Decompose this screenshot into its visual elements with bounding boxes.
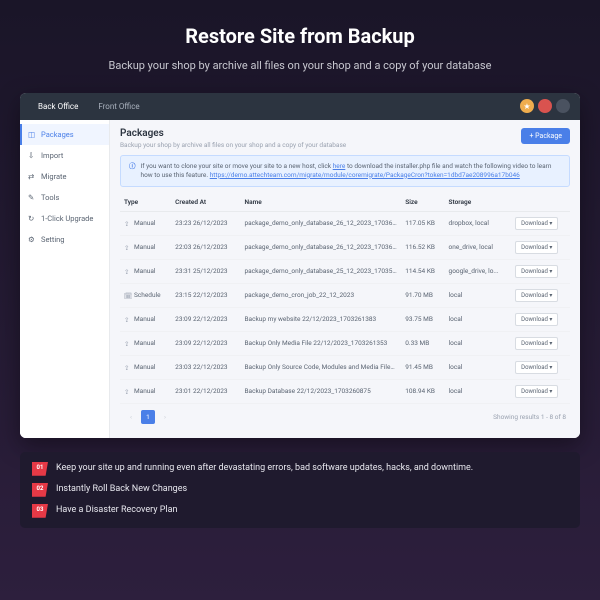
- sidebar: ◫ Packages ⇩ Import ⇄ Migrate ✎ Tools ↻ 1-Cli…: [20, 120, 110, 438]
- sidebar-item-label: Migrate: [41, 172, 67, 181]
- hero-subtitle: Backup your shop by archive all files on…: [40, 58, 560, 75]
- download-button[interactable]: Download ▾: [515, 337, 558, 350]
- table-row: ⇪Manual23:03 22/12/2023Backup Only Sourc…: [120, 355, 570, 379]
- page-next[interactable]: ›: [158, 410, 172, 424]
- cloud-icon: ⇪: [124, 316, 131, 323]
- download-button[interactable]: Download ▾: [515, 289, 558, 302]
- page-subtitle: Backup your shop by archive all files on…: [120, 141, 346, 149]
- benefit-text: Instantly Roll Back New Changes: [56, 483, 187, 496]
- benefit-number: 02: [32, 483, 48, 497]
- download-button[interactable]: Download ▾: [515, 241, 558, 254]
- cloud-icon: ⇪: [124, 244, 131, 251]
- page-title: Packages: [120, 128, 346, 139]
- benefit-item: 01 Keep your site up and running even aft…: [32, 462, 568, 476]
- sidebar-item-label: Import: [41, 151, 63, 160]
- tab-back-office[interactable]: Back Office: [30, 99, 86, 114]
- sidebar-item-label: Setting: [41, 235, 65, 244]
- cloud-icon: ⇪: [124, 268, 131, 275]
- sidebar-item-upgrade[interactable]: ↻ 1-Click Upgrade: [20, 208, 109, 229]
- download-button[interactable]: Download ▾: [515, 361, 558, 374]
- table-row: ⇪Manual23:09 22/12/2023Backup my website…: [120, 307, 570, 331]
- cloud-icon: ⇪: [124, 340, 131, 347]
- import-icon: ⇩: [28, 151, 36, 159]
- benefit-text: Keep your site up and running even after…: [56, 462, 473, 475]
- cloud-icon: ⇪: [124, 364, 131, 371]
- benefit-item: 03 Have a Disaster Recovery Plan: [32, 504, 568, 518]
- table-row: ⇪Manual23:09 22/12/2023Backup Only Media…: [120, 331, 570, 355]
- benefit-number: 01: [32, 462, 48, 476]
- benefit-text: Have a Disaster Recovery Plan: [56, 504, 178, 517]
- info-alert: ⓘ If you want to clone your site or move…: [120, 155, 570, 187]
- cloud-icon: ⇪: [124, 388, 131, 395]
- page-prev[interactable]: ‹: [124, 410, 138, 424]
- alert-link-here[interactable]: here: [333, 162, 346, 170]
- packages-table: TypeCreated AtNameSizeStorage ⇪Manual23:…: [120, 193, 570, 404]
- sidebar-item-migrate[interactable]: ⇄ Migrate: [20, 166, 109, 187]
- sidebar-item-import[interactable]: ⇩ Import: [20, 145, 109, 166]
- table-row: ⇪Manual23:31 25/12/2023package_demo_only…: [120, 259, 570, 283]
- cloud-icon: ⇪: [124, 220, 131, 227]
- benefit-item: 02 Instantly Roll Back New Changes: [32, 483, 568, 497]
- pagination: ‹ 1 › Showing results 1 - 8 of 8: [120, 404, 570, 430]
- wrench-icon: ✎: [28, 193, 36, 201]
- main-content: Packages Backup your shop by archive all…: [110, 120, 580, 438]
- table-header: Created At: [171, 193, 240, 212]
- app-window: Back Office Front Office ★ ◫ Packages ⇩ Im…: [20, 93, 580, 438]
- sidebar-item-label: 1-Click Upgrade: [41, 214, 93, 223]
- sidebar-item-label: Packages: [41, 130, 74, 139]
- table-header: Name: [241, 193, 402, 212]
- benefit-number: 03: [32, 504, 48, 518]
- pagination-text: Showing results 1 - 8 of 8: [493, 413, 566, 421]
- table-row: ⇪Manual23:23 26/12/2023package_demo_only…: [120, 211, 570, 235]
- table-header: Type: [120, 193, 171, 212]
- benefits-panel: 01 Keep your site up and running even aft…: [20, 452, 580, 528]
- sidebar-item-packages[interactable]: ◫ Packages: [20, 124, 109, 145]
- download-button[interactable]: Download ▾: [515, 385, 558, 398]
- sidebar-item-tools[interactable]: ✎ Tools: [20, 187, 109, 208]
- page-1[interactable]: 1: [141, 410, 155, 424]
- topbar: Back Office Front Office ★: [20, 93, 580, 120]
- table-row: ⇪Manual22:03 26/12/2023package_demo_only…: [120, 235, 570, 259]
- star-icon[interactable]: ★: [520, 99, 534, 113]
- table-row: ⇪Manual23:01 22/12/2023Backup Database 2…: [120, 379, 570, 403]
- sidebar-item-label: Tools: [41, 193, 59, 202]
- add-package-button[interactable]: + Package: [521, 128, 570, 144]
- gear-icon: ⚙: [28, 235, 36, 243]
- hero-title: Restore Site from Backup: [40, 24, 560, 48]
- table-header: Storage: [445, 193, 512, 212]
- alert-link-url[interactable]: https://demo.attechteam.com/migrate/modu…: [210, 171, 520, 179]
- upgrade-icon: ↻: [28, 214, 36, 222]
- table-header: Size: [401, 193, 444, 212]
- menu-icon[interactable]: [556, 99, 570, 113]
- hero: Restore Site from Backup Backup your sho…: [0, 0, 600, 93]
- cube-icon: ◫: [28, 130, 36, 138]
- download-button[interactable]: Download ▾: [515, 313, 558, 326]
- calendar-icon: 🗓: [124, 292, 131, 299]
- info-icon: ⓘ: [129, 162, 136, 180]
- migrate-icon: ⇄: [28, 172, 36, 180]
- tab-front-office[interactable]: Front Office: [90, 99, 147, 114]
- download-button[interactable]: Download ▾: [515, 217, 558, 230]
- sidebar-item-setting[interactable]: ⚙ Setting: [20, 229, 109, 250]
- table-row: 🗓Schedule23:15 22/12/2023package_demo_cr…: [120, 283, 570, 307]
- table-header: [511, 193, 570, 212]
- notification-icon[interactable]: [538, 99, 552, 113]
- download-button[interactable]: Download ▾: [515, 265, 558, 278]
